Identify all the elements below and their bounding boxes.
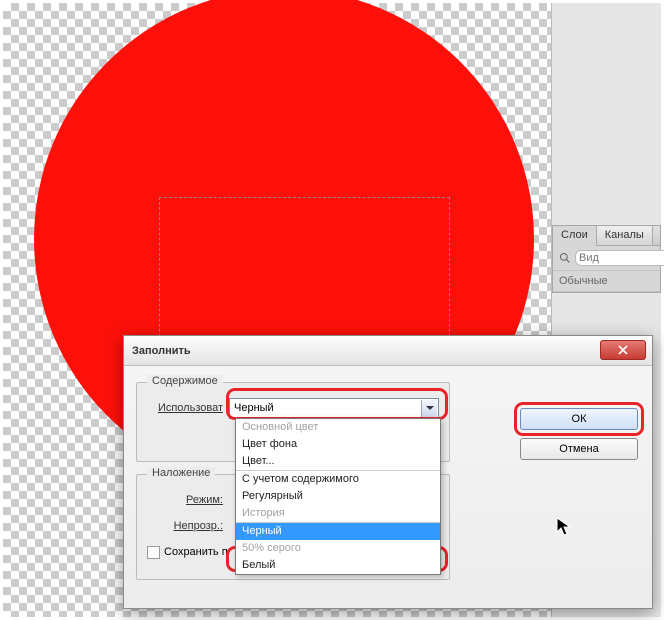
preserve-checkbox[interactable] bbox=[147, 546, 160, 559]
dropdown-item[interactable]: Регулярный bbox=[236, 488, 440, 505]
contents-legend: Содержимое bbox=[147, 375, 223, 387]
cancel-button[interactable]: Отмена bbox=[520, 438, 638, 460]
ok-button[interactable]: ОК bbox=[520, 408, 638, 430]
dropdown-item[interactable]: С учетом содержимого bbox=[236, 470, 440, 488]
tab-layers[interactable]: Слои bbox=[553, 226, 597, 246]
use-label: Использоват bbox=[147, 402, 229, 414]
dialog-button-column: ОК Отмена bbox=[520, 408, 638, 460]
search-icon bbox=[559, 252, 571, 264]
opacity-label: Непрозр.: bbox=[147, 520, 229, 532]
use-combobox-value: Черный bbox=[234, 402, 274, 414]
blend-mode-value[interactable]: Обычные bbox=[559, 275, 608, 287]
chevron-down-icon bbox=[421, 400, 437, 417]
layers-panel: Слои Каналы Обычные bbox=[552, 225, 661, 293]
dialog-titlebar[interactable]: Заполнить bbox=[124, 336, 652, 366]
dropdown-item[interactable]: История bbox=[236, 505, 440, 522]
tab-channels[interactable]: Каналы bbox=[597, 226, 653, 245]
layer-filter-input[interactable] bbox=[575, 250, 664, 266]
use-dropdown-list: Основной цвет Цвет фона Цвет... С учетом… bbox=[235, 418, 441, 575]
overlay-legend: Наложение bbox=[147, 467, 215, 479]
use-combobox[interactable]: Черный bbox=[229, 398, 439, 419]
cursor-icon bbox=[556, 517, 572, 537]
dropdown-item[interactable]: Основной цвет bbox=[236, 419, 440, 436]
dropdown-item[interactable]: 50% серого bbox=[236, 540, 440, 557]
preserve-label: Сохранить п bbox=[164, 546, 228, 558]
dropdown-item[interactable]: Черный bbox=[236, 522, 440, 540]
panel-tabs: Слои Каналы bbox=[553, 226, 660, 246]
dropdown-item[interactable]: Белый bbox=[236, 557, 440, 574]
dropdown-item[interactable]: Цвет фона bbox=[236, 436, 440, 453]
dialog-title: Заполнить bbox=[132, 345, 191, 357]
dropdown-item[interactable]: Цвет... bbox=[236, 453, 440, 470]
close-button[interactable] bbox=[600, 340, 646, 360]
selection-marquee bbox=[159, 197, 450, 347]
mode-label: Режим: bbox=[147, 494, 229, 506]
